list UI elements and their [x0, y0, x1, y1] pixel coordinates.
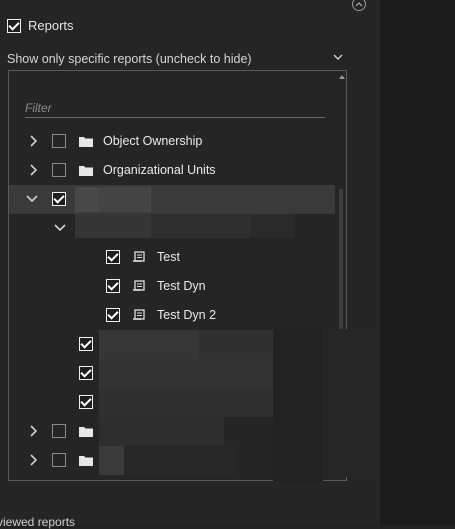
- redacted-content: [251, 214, 295, 238]
- chevron-down-icon[interactable]: [54, 224, 66, 232]
- chevron-down-icon[interactable]: [333, 54, 343, 61]
- test-dyn-checkbox[interactable]: [106, 279, 120, 293]
- chevron-right-icon[interactable]: [29, 135, 37, 147]
- redacted-content: [99, 187, 149, 212]
- tree-item-redacted-group[interactable]: [9, 185, 335, 214]
- redacted-item-2-checkbox[interactable]: [79, 366, 93, 380]
- redacted-content: [99, 446, 124, 475]
- folder-icon: [79, 427, 93, 437]
- tree-item-organizational-units[interactable]: Organizational Units: [9, 156, 335, 185]
- chevron-right-icon[interactable]: [29, 164, 37, 176]
- redacted-content: [99, 388, 274, 417]
- viewed-reports-text: viewed reports: [0, 515, 76, 529]
- report-icon: [133, 280, 145, 291]
- chevron-right-icon[interactable]: [29, 454, 37, 466]
- report-icon: [133, 251, 145, 262]
- reports-checkbox[interactable]: [7, 19, 21, 33]
- redacted-content: [99, 359, 274, 388]
- tree-item-label: Organizational Units: [103, 163, 216, 177]
- scrollbar-thumb[interactable]: [339, 189, 343, 329]
- tree-item-test[interactable]: Test: [9, 243, 335, 272]
- tree-item-test-dyn-2[interactable]: Test Dyn 2: [9, 301, 335, 330]
- chevron-down-icon[interactable]: [26, 195, 38, 203]
- redacted-content: [99, 330, 199, 359]
- reports-label: Reports: [28, 18, 74, 33]
- tree-item-label: Test Dyn 2: [157, 308, 217, 322]
- report-icon: [133, 309, 145, 320]
- right-pane: [380, 0, 455, 525]
- specific-reports-label: Show only specific reports (uncheck to h…: [7, 52, 252, 66]
- redacted-content: [75, 214, 151, 238]
- redacted-item-1-checkbox[interactable]: [79, 337, 93, 351]
- redacted-overlay: [273, 329, 323, 482]
- folder-icon: [79, 456, 93, 466]
- chevron-up-icon: [355, 2, 363, 7]
- tree-item-test-dyn[interactable]: Test Dyn: [9, 272, 335, 301]
- redacted-item-3-checkbox[interactable]: [79, 395, 93, 409]
- redacted-content: [99, 417, 224, 446]
- tree-item-object-ownership[interactable]: Object Ownership: [9, 127, 335, 156]
- redacted-group-checkbox[interactable]: [52, 192, 66, 206]
- test-dyn-2-checkbox[interactable]: [106, 308, 120, 322]
- scroll-up-arrow-icon[interactable]: [339, 74, 345, 79]
- redacted-content: [151, 214, 251, 238]
- collapse-section-button[interactable]: [352, 0, 366, 11]
- folder-icon: [79, 137, 93, 147]
- test-checkbox[interactable]: [106, 250, 120, 264]
- tree-item-label: Object Ownership: [103, 134, 203, 148]
- chevron-right-icon[interactable]: [29, 425, 37, 437]
- tree-item-label: Test Dyn: [157, 279, 206, 293]
- redacted-folder-1-checkbox[interactable]: [52, 424, 66, 438]
- redacted-content: [124, 446, 234, 475]
- redacted-folder-2-checkbox[interactable]: [52, 453, 66, 467]
- filter-input[interactable]: [25, 99, 325, 118]
- object-ownership-checkbox[interactable]: [52, 134, 66, 148]
- folder-icon: [79, 166, 93, 176]
- tree-item-label: Test: [157, 250, 180, 264]
- organizational-units-checkbox[interactable]: [52, 163, 66, 177]
- tree-item-redacted-subgroup[interactable]: [9, 214, 335, 243]
